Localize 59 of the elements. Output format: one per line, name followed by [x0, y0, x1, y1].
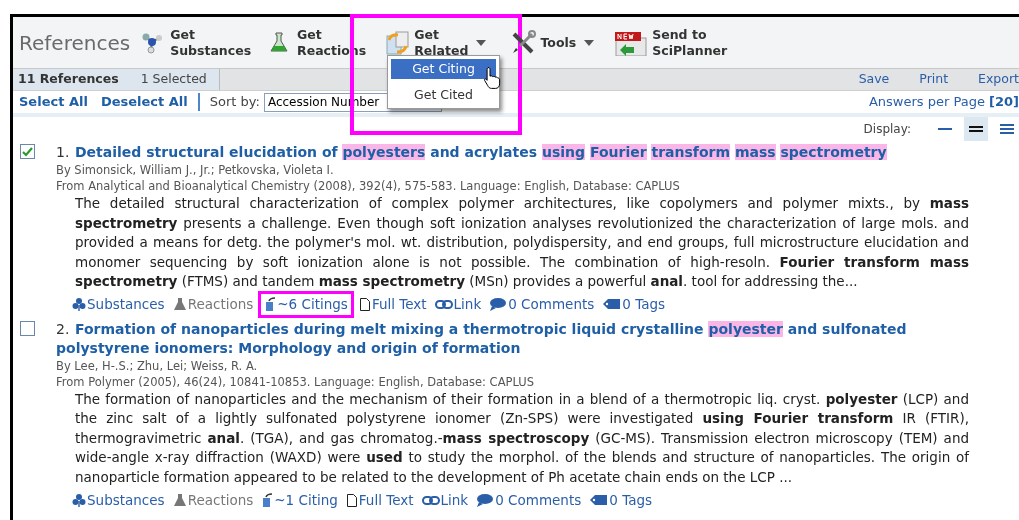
- select-all-link[interactable]: Select All: [19, 92, 88, 112]
- caret-icon: [476, 39, 487, 46]
- document-arrow-icon: [264, 297, 277, 312]
- item-number: 2.: [56, 319, 70, 339]
- toolbar-link[interactable]: Export: [978, 70, 1019, 89]
- clover-icon: [72, 297, 86, 312]
- caret-icon: [584, 39, 595, 46]
- chain-link-icon: [434, 297, 453, 312]
- sort-label: Sort by:: [209, 93, 260, 112]
- display-option[interactable]: [964, 117, 988, 141]
- reference-link[interactable]: Full Text: [358, 294, 427, 315]
- toolbar-link[interactable]: Save: [858, 70, 890, 89]
- source-line: From Polymer (2005), 46(24), 10841-10853. Language: English, Database: CAPLUS: [56, 373, 535, 390]
- reference-link[interactable]: 0 Tags: [602, 294, 666, 315]
- tag-icon: [589, 492, 609, 508]
- triple-line-icon: [1000, 124, 1014, 134]
- display-label: Display:: [863, 121, 911, 138]
- check-icon: [22, 146, 33, 157]
- document-icon: [345, 492, 358, 508]
- deselect-all-link[interactable]: Deselect All: [100, 92, 188, 112]
- tag-icon: [602, 297, 622, 312]
- abstract-text: The detailed structural characterization of complex polymer architectures, like copolymers and polymer mixts., by mass spectrometry presents a challenge. Even though soft ionization analyses revolutionized the characterization of large mols. and provided a means for detg. the polymer's mol. wt. distribution, polydispersity, and end groups, full microstructure elucidation and monomer sequencing by soft ionization alone is not possible. The combination of high-resoln. Fourier transform mass spectrometry (FTMS) and tandem mass spectrometry (MSn) provides a powerful anal. tool for addressing the...: [75, 194, 969, 291]
- reference-link[interactable]: Link: [434, 294, 482, 315]
- speech-bubble-icon: [476, 492, 495, 508]
- reference-link[interactable]: Substances: [72, 294, 165, 315]
- reference-link[interactable]: 0 Comments: [489, 294, 595, 315]
- document-icon: [358, 297, 371, 312]
- abstract-text: The formation of nanoparticles and the mechanism of their formation in a blend of a thermotropic liq. cryst. polyester (LCP) and the zinc salt of a lightly sulfonated polystyrene ionomer (Zn-SPS) were investigated using Fourier transform IR (FTIR), thermogravimetric anal. (TGA), and gas chromatog.-mass spectroscopy (GC-MS). Transmission electron microscopy (TEM) and wide-angle x-ray diffraction (WAXD) were used to study the morphol. of the blends and structure of nanoparticles. The origin of nanoparticle formation appeared to be related to the development of Ph acetate chain ends on the LCP ...: [75, 389, 969, 487]
- flask-icon: [172, 297, 187, 312]
- checkbox[interactable]: [20, 144, 35, 159]
- reference-count: 11 References: [18, 70, 119, 89]
- reference-link[interactable]: Full Text: [345, 489, 414, 511]
- page-title: References: [19, 29, 131, 57]
- author-line: By Lee, H-.S.; Zhu, Lei; Weiss, R. A.: [56, 357, 259, 374]
- reference-link[interactable]: ~1 Citing: [261, 489, 338, 511]
- toolbar-button[interactable]: Send to SciPlanner: [614, 26, 728, 59]
- answers-per-page-link[interactable]: Answers per Page [20]: [868, 92, 1019, 112]
- toolbar-link[interactable]: Print: [919, 70, 949, 89]
- toolbar-button[interactable]: Tools: [510, 29, 595, 56]
- reference-link[interactable]: ~6 Citings: [261, 294, 351, 315]
- reference-link[interactable]: 0 Comments: [476, 489, 582, 511]
- reference-link[interactable]: Link: [421, 489, 469, 511]
- clover-icon: [72, 492, 86, 508]
- document-arrow-icon: [261, 492, 274, 508]
- source-line: From Analytical and Bioanalytical Chemistry (2008), 392(4), 575-583. Language: English, Database: CAPLUS: [56, 178, 681, 194]
- toolbar-button[interactable]: Get Substances: [140, 26, 252, 59]
- reference-link[interactable]: 0 Tags: [589, 489, 653, 511]
- selected-count: 1 Selected: [140, 70, 207, 89]
- reference-link[interactable]: Substances: [72, 489, 165, 511]
- single-line-icon: [938, 128, 952, 130]
- double-line-icon: [969, 126, 983, 132]
- checkbox[interactable]: [20, 320, 35, 336]
- item-number: 1.: [56, 143, 70, 162]
- menu-item[interactable]: Get Citing: [391, 59, 496, 79]
- new-document-icon: [614, 29, 649, 56]
- flask-icon: [172, 492, 187, 508]
- wrench-screwdriver-icon: [510, 29, 537, 56]
- author-line: By Simonsick, William J., Jr.; Petkovska, Violeta I.: [56, 162, 335, 178]
- speech-bubble-icon: [489, 297, 508, 312]
